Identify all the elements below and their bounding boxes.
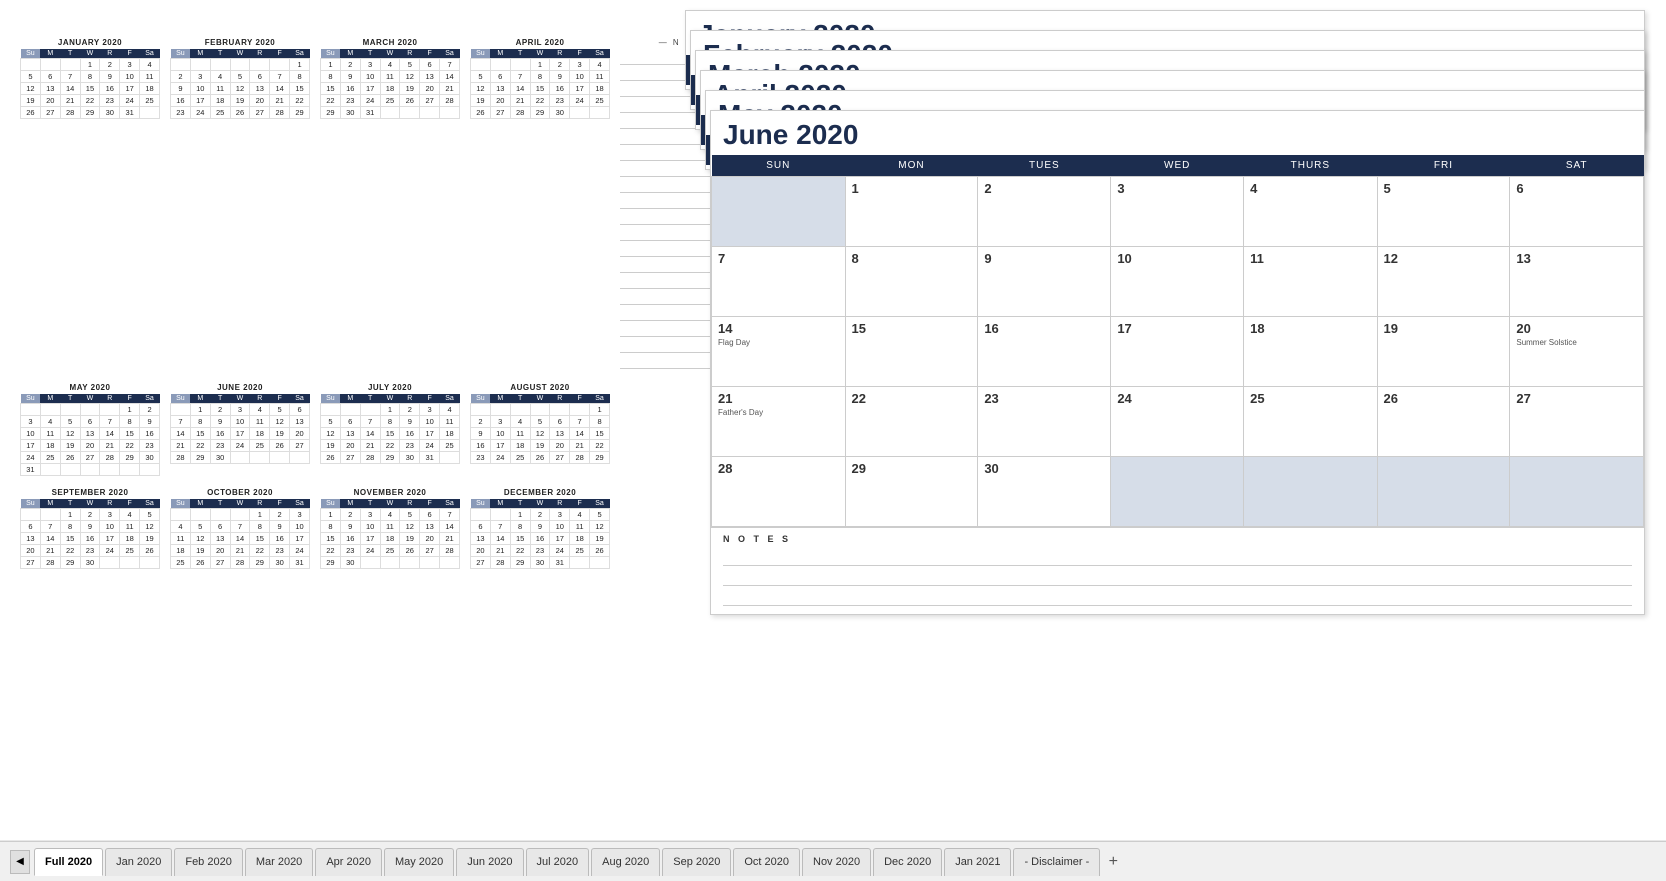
mini-calendar: JULY 2020SuMTWRFSa1234567891011121314151…	[320, 383, 460, 476]
month-card-title: June 2020	[711, 111, 1644, 155]
tab-add-btn[interactable]: +	[1101, 850, 1125, 874]
tab-item[interactable]: Jul 2020	[526, 848, 590, 876]
tab-item[interactable]: Jun 2020	[456, 848, 523, 876]
tab-item[interactable]: Nov 2020	[802, 848, 871, 876]
mini-calendar: AUGUST 2020SuMTWRFSa12345678910111213141…	[470, 383, 610, 476]
tab-item[interactable]: Jan 2021	[944, 848, 1011, 876]
month-notes-area: N O T E S	[711, 527, 1644, 614]
mini-calendar: FEBRUARY 2020SuMTWRFSa123456789101112131…	[170, 38, 310, 371]
tab-item[interactable]: Oct 2020	[733, 848, 800, 876]
tab-item[interactable]: Feb 2020	[174, 848, 242, 876]
tab-item[interactable]: May 2020	[384, 848, 454, 876]
tab-item[interactable]: Apr 2020	[315, 848, 382, 876]
tab-item[interactable]: Sep 2020	[662, 848, 731, 876]
mini-calendar: JUNE 2020SuMTWRFSa1234567891011121314151…	[170, 383, 310, 476]
mini-calendar: MAY 2020SuMTWRFSa12345678910111213141516…	[20, 383, 160, 476]
tab-item[interactable]: - Disclaimer -	[1013, 848, 1100, 876]
mini-calendar: APRIL 2020SuMTWRFSa123456789101112131415…	[470, 38, 610, 371]
tab-bar: ◀ Full 2020Jan 2020Feb 2020Mar 2020Apr 2…	[0, 841, 1666, 881]
stacked-months: January 2020SUNMONTUESWEDTHURSFRISATFebr…	[685, 10, 1655, 780]
mini-calendar: MARCH 2020SuMTWRFSa123456789101112131415…	[320, 38, 460, 371]
mini-calendar: NOVEMBER 2020SuMTWRFSa123456789101112131…	[320, 488, 460, 569]
mini-calendar: DECEMBER 2020SuMTWRFSa123456789101112131…	[470, 488, 610, 569]
tab-item[interactable]: Dec 2020	[873, 848, 942, 876]
tab-item[interactable]: Jan 2020	[105, 848, 172, 876]
tab-prev-btn[interactable]: ◀	[10, 850, 30, 874]
mini-calendar: JANUARY 2020SuMTWRFSa1234567891011121314…	[20, 38, 160, 371]
mini-calendar: OCTOBER 2020SuMTWRFSa1234567891011121314…	[170, 488, 310, 569]
tab-item[interactable]: Aug 2020	[591, 848, 660, 876]
main-area: JANUARY 2020SuMTWRFSa1234567891011121314…	[0, 0, 1666, 840]
tab-item[interactable]: Mar 2020	[245, 848, 313, 876]
month-card: June 2020SUNMONTUESWEDTHURSFRISAT1234567…	[710, 110, 1645, 615]
tab-item[interactable]: Full 2020	[34, 848, 103, 876]
mini-calendar: SEPTEMBER 2020SuMTWRFSa12345678910111213…	[20, 488, 160, 569]
